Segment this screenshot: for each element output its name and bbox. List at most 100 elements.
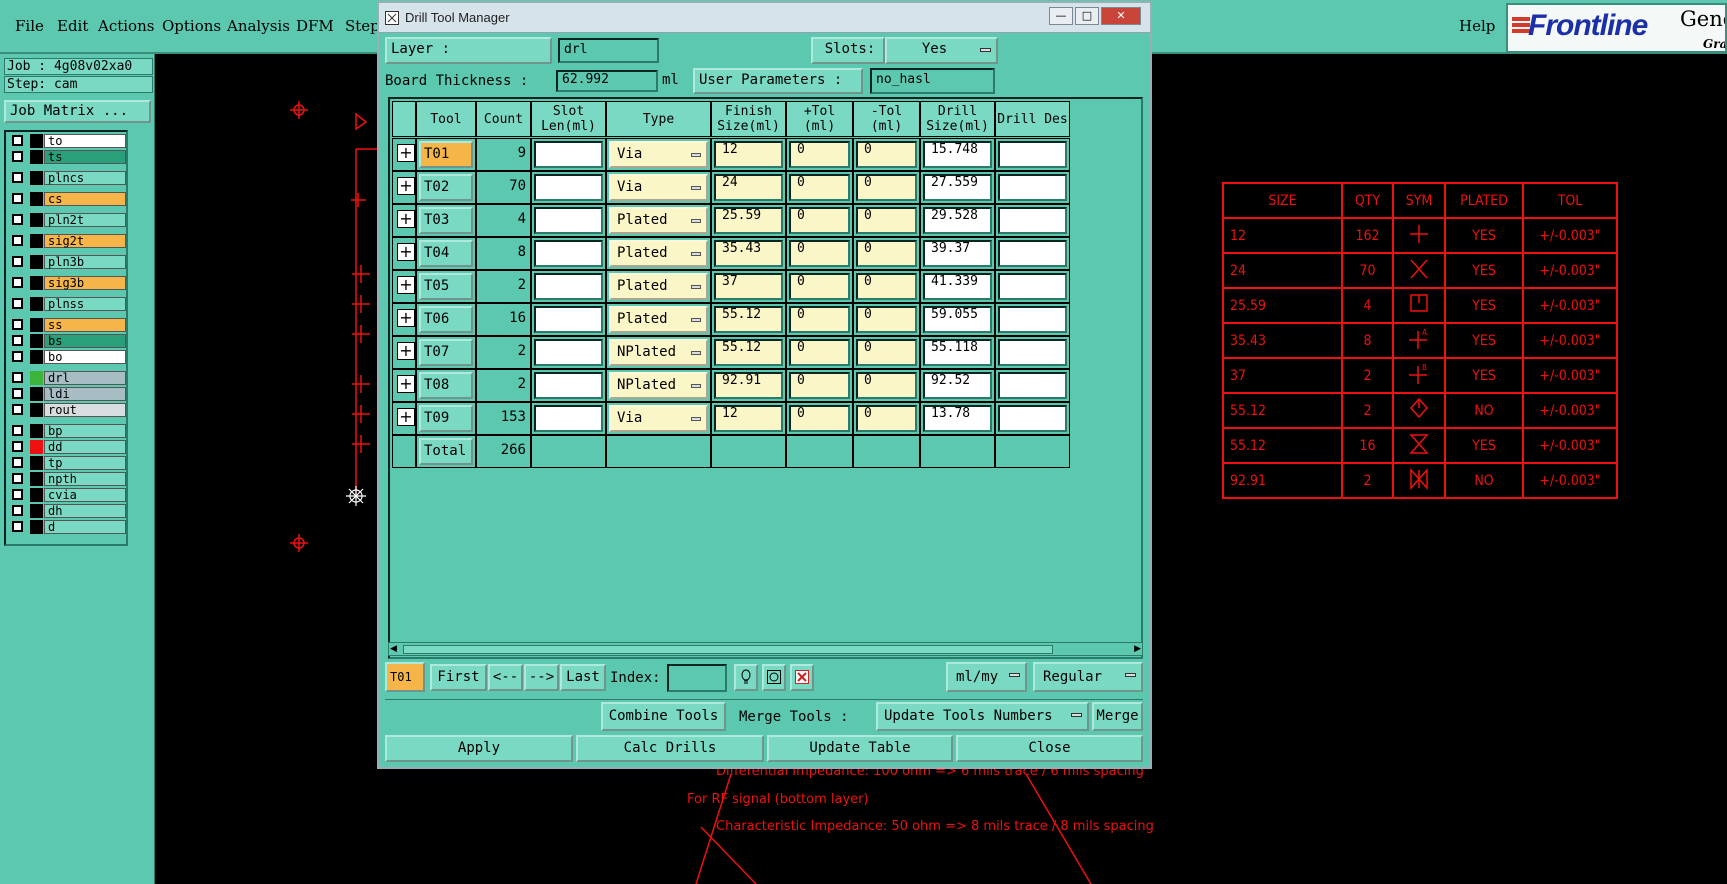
combine-tools-button[interactable]: Combine Tools (601, 702, 726, 731)
tool-button[interactable]: T04 (419, 240, 473, 267)
layer-checkbox[interactable] (12, 521, 23, 532)
minus-tol-input[interactable]: 0 (856, 141, 917, 168)
scroll-right-icon[interactable]: ▶ (1134, 644, 1141, 654)
type-select[interactable]: Plated (609, 240, 708, 267)
layer-row[interactable]: dh (8, 504, 126, 518)
layer-checkbox[interactable] (12, 151, 23, 162)
user-parameters-input[interactable]: no_hasl (870, 68, 995, 94)
layer-checkbox[interactable] (12, 425, 23, 436)
minus-tol-input[interactable]: 0 (856, 174, 917, 201)
finish-size-input[interactable]: 37 (714, 273, 783, 300)
layer-checkbox[interactable] (12, 404, 23, 415)
minimize-button[interactable]: — (1049, 7, 1073, 25)
drill-size-input[interactable]: 29.528 (923, 207, 992, 234)
expand-tool-icon[interactable]: + (397, 342, 415, 360)
expand-tool-icon[interactable]: + (397, 375, 415, 393)
layer-checkbox[interactable] (12, 319, 23, 330)
drill-size-input[interactable]: 92.52 (923, 372, 992, 399)
finish-size-input[interactable]: 55.12 (714, 339, 783, 366)
minus-tol-input[interactable]: 0 (856, 339, 917, 366)
plus-tol-input[interactable]: 0 (789, 240, 850, 267)
layer-input[interactable]: drl (558, 38, 659, 63)
merge-button[interactable]: Merge (1092, 702, 1143, 731)
finish-size-input[interactable]: 25.59 (714, 207, 783, 234)
menu-analysis[interactable]: Analysis (227, 17, 290, 35)
layer-row[interactable]: plnss (8, 297, 126, 311)
drill-des-input[interactable] (998, 339, 1067, 366)
layer-checkbox[interactable] (12, 235, 23, 246)
layer-checkbox[interactable] (12, 372, 23, 383)
user-parameters-button[interactable]: User Parameters : (693, 68, 863, 94)
layer-checkbox[interactable] (12, 441, 23, 452)
layer-row[interactable]: ts (8, 150, 126, 164)
scroll-left-icon[interactable]: ◀ (390, 644, 397, 654)
menu-edit[interactable]: Edit (57, 17, 88, 35)
finish-size-input[interactable]: 24 (714, 174, 783, 201)
drill-des-input[interactable] (998, 405, 1067, 432)
drill-des-input[interactable] (998, 306, 1067, 333)
layer-checkbox[interactable] (12, 457, 23, 468)
calc-drills-button[interactable]: Calc Drills (576, 735, 764, 762)
layer-row[interactable]: dd (8, 440, 126, 454)
layer-checkbox[interactable] (12, 193, 23, 204)
first-button[interactable]: First (430, 664, 487, 691)
expand-tool-icon[interactable]: + (397, 309, 415, 327)
layer-checkbox[interactable] (12, 388, 23, 399)
menu-dfm[interactable]: DFM (296, 17, 334, 35)
layer-row[interactable]: pln2t (8, 213, 126, 227)
layer-row[interactable]: plncs (8, 171, 126, 185)
drill-size-input[interactable]: 15.748 (923, 141, 992, 168)
drill-size-input[interactable]: 13.78 (923, 405, 992, 432)
layer-checkbox[interactable] (12, 214, 23, 225)
scrollbar-thumb[interactable] (403, 645, 1053, 654)
layer-checkbox[interactable] (12, 335, 23, 346)
type-select[interactable]: Via (609, 405, 708, 432)
drill-size-input[interactable]: 39.37 (923, 240, 992, 267)
slot-len-input[interactable] (534, 273, 603, 300)
layer-row[interactable]: ldi (8, 387, 126, 401)
last-button[interactable]: Last (560, 664, 606, 691)
tool-button[interactable]: T06 (419, 306, 473, 333)
update-table-button[interactable]: Update Table (767, 735, 953, 762)
layer-checkbox[interactable] (12, 489, 23, 500)
plus-tol-input[interactable]: 0 (789, 372, 850, 399)
expand-tool-icon[interactable]: + (397, 210, 415, 228)
slot-len-input[interactable] (534, 174, 603, 201)
plus-tol-input[interactable]: 0 (789, 207, 850, 234)
finish-size-input[interactable]: 35.43 (714, 240, 783, 267)
slots-select[interactable]: Yes (885, 37, 998, 64)
slot-len-input[interactable] (534, 339, 603, 366)
menu-step[interactable]: Step (345, 17, 380, 35)
menu-options[interactable]: Options (162, 17, 221, 35)
layer-row[interactable]: pln3b (8, 255, 126, 269)
drill-size-input[interactable]: 27.559 (923, 174, 992, 201)
drill-des-input[interactable] (998, 372, 1067, 399)
index-input[interactable] (667, 664, 727, 692)
plus-tol-input[interactable]: 0 (789, 405, 850, 432)
tool-button[interactable]: T07 (419, 339, 473, 366)
layer-row[interactable]: drl (8, 371, 126, 385)
expand-tool-icon[interactable]: + (397, 276, 415, 294)
refresh-icon[interactable] (762, 664, 786, 691)
layer-row[interactable]: ss (8, 318, 126, 332)
layer-row[interactable]: bo (8, 350, 126, 364)
drill-size-input[interactable]: 55.118 (923, 339, 992, 366)
plus-tol-input[interactable]: 0 (789, 273, 850, 300)
maximize-button[interactable]: □ (1075, 7, 1099, 25)
tool-button[interactable]: T08 (419, 372, 473, 399)
tool-button[interactable]: T03 (419, 207, 473, 234)
layer-row[interactable]: bs (8, 334, 126, 348)
minus-tol-input[interactable]: 0 (856, 207, 917, 234)
layer-row[interactable]: bp (8, 424, 126, 438)
minus-tol-input[interactable]: 0 (856, 273, 917, 300)
finish-size-input[interactable]: 55.12 (714, 306, 783, 333)
layer-checkbox[interactable] (12, 277, 23, 288)
board-thickness-input[interactable]: 62.992 (556, 70, 658, 92)
layer-checkbox[interactable] (12, 172, 23, 183)
layer-row[interactable]: rout (8, 403, 126, 417)
layer-checkbox[interactable] (12, 135, 23, 146)
layer-row[interactable]: cs (8, 192, 126, 206)
layer-row[interactable]: sig3b (8, 276, 126, 290)
drill-des-input[interactable] (998, 240, 1067, 267)
type-select[interactable]: Via (609, 174, 708, 201)
